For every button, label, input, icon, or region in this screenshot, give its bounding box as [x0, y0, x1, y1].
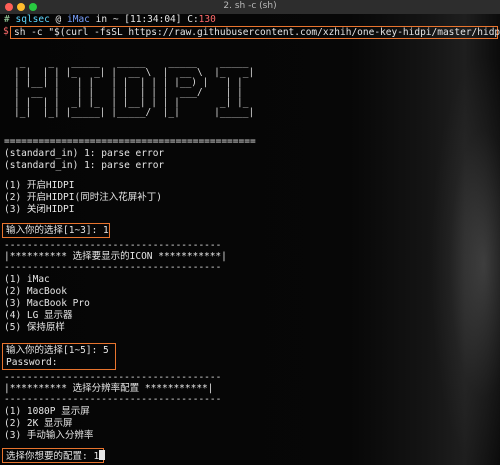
separator-line: ========================================…: [4, 136, 256, 147]
prompt-time: [11:34:04]: [124, 14, 182, 25]
choice-input-3[interactable]: 选择你想要的配置: 1: [6, 450, 106, 463]
window-title: 2. sh -c (sh): [223, 1, 277, 11]
command-text: sh -c "$(curl -fsSL https://raw.githubus…: [14, 27, 500, 38]
icon-option-imac: (1) iMac: [4, 274, 50, 285]
error-line: (standard_in) 1: parse error: [4, 148, 165, 159]
prompt-at: @: [55, 14, 62, 25]
prompt-hash: #: [4, 14, 10, 25]
prompt-dollar: $: [3, 26, 9, 37]
window-titlebar: 2. sh -c (sh): [0, 0, 500, 15]
ascii-art-line: |_| |_| |_____| |_____/ |_| |_____|: [14, 107, 255, 118]
prompt-exit-code: 130: [198, 14, 216, 25]
dashed-separator: --------------------------------------: [4, 262, 222, 273]
command-highlight-box: sh -c "$(curl -fsSL https://raw.githubus…: [10, 26, 500, 39]
prompt-code-label: C:: [187, 14, 199, 25]
prompt-dir: ~: [112, 14, 119, 25]
choice-highlight-box-2: 输入你的选择[1~5]: 5 Password:: [2, 343, 116, 370]
terminal-output[interactable]: # sqlsec @ iMac in ~ [11:34:04] C:130 $ …: [0, 14, 500, 465]
menu-option-enable-hidpi-patch: (2) 开启HIDPI(同时注入花屏补丁): [4, 192, 162, 203]
error-line: (standard_in) 1: parse error: [4, 160, 165, 171]
dashed-separator: --------------------------------------: [4, 394, 222, 405]
menu-option-disable-hidpi: (3) 关闭HIDPI: [4, 204, 75, 215]
terminal-cursor: [99, 450, 106, 460]
prompt-host: iMac: [67, 14, 90, 25]
icon-option-macbook: (2) MacBook: [4, 286, 67, 297]
resolution-option-2k: (2) 2K 显示屏: [4, 418, 73, 429]
icon-option-lg-display: (4) LG 显示器: [4, 310, 73, 321]
resolution-option-manual: (3) 手动输入分辨率: [4, 430, 94, 441]
prompt-in: in: [95, 14, 108, 25]
menu-option-enable-hidpi: (1) 开启HIDPI: [4, 180, 75, 191]
choice-input-3-text: 选择你想要的配置: 1: [6, 451, 100, 462]
choice-input-2: 输入你的选择[1~5]: 5: [6, 345, 109, 356]
choice-input-1: 输入你的选择[1~3]: 1: [6, 225, 109, 236]
resolution-option-1080p: (1) 1080P 显示屏: [4, 406, 90, 417]
choice-highlight-box-1: 输入你的选择[1~3]: 1: [2, 223, 110, 238]
icon-option-macbook-pro: (3) MacBook Pro: [4, 298, 90, 309]
prompt-line: # sqlsec @ iMac in ~ [11:34:04] C:130: [4, 14, 216, 26]
password-prompt: Password:: [6, 357, 58, 368]
prompt-user: sqlsec: [15, 14, 50, 25]
icon-option-keep-original: (5) 保持原样: [4, 322, 65, 333]
hidpi-ascii-art: _ _ _____ _____ _____ _____ | | | | |_ _…: [14, 58, 254, 118]
choice-highlight-box-3: 选择你想要的配置: 1: [2, 448, 106, 463]
background-decoration: [430, 54, 500, 465]
